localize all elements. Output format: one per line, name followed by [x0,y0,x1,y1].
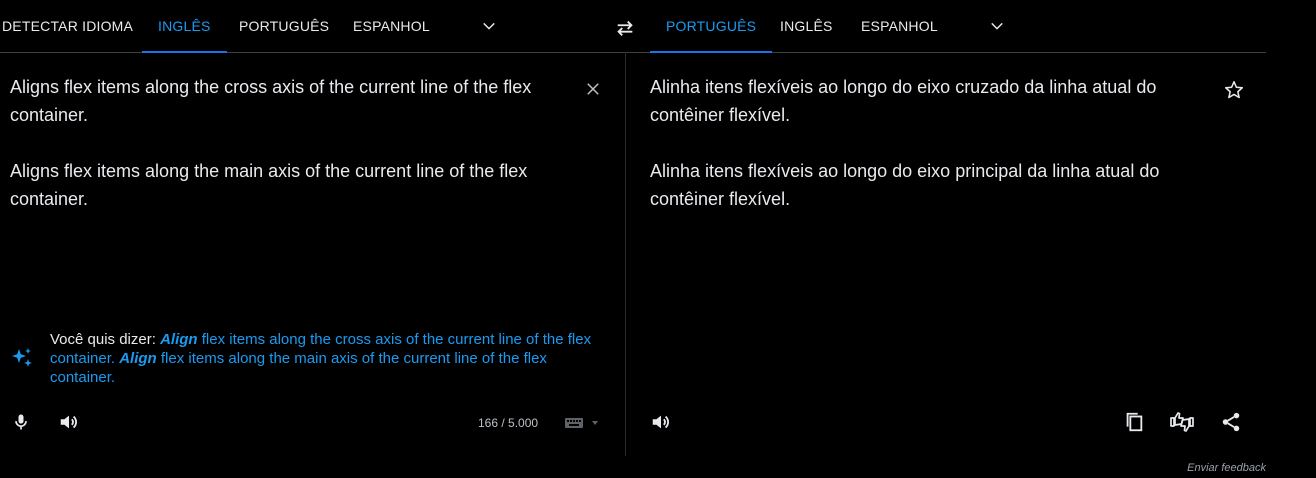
suggestion-bold-1: Align [160,331,198,348]
listen-translation-button[interactable] [648,409,674,435]
listen-source-button[interactable] [56,409,82,435]
copy-translation-button[interactable] [1121,408,1147,436]
tab-source-portuguese[interactable]: PORTUGUÊS [239,0,329,52]
target-language-bar: PORTUGUÊS INGLÊS ESPANHOL [626,0,1266,53]
did-you-mean-suggestion: Você quis dizer: Align flex items along … [50,330,610,387]
source-language-bar: DETECTAR IDIOMA INGLÊS PORTUGUÊS ESPANHO… [0,0,625,53]
source-text-input[interactable]: Aligns flex items along the cross axis o… [10,73,570,213]
microphone-icon [15,414,27,430]
star-icon [1224,80,1244,99]
tab-target-spanish[interactable]: ESPANHOL [861,0,938,52]
suggestion-bold-2: Align [119,350,157,367]
sparkle-icon [12,348,32,367]
send-feedback-link[interactable]: Enviar feedback [1187,462,1266,474]
input-tools-button[interactable] [560,414,604,432]
character-counter: 166 / 5.000 [478,416,539,430]
tab-detect-language[interactable]: DETECTAR IDIOMA [2,0,133,52]
rate-translation-button[interactable] [1168,408,1196,436]
translation-output: Alinha itens flexíveis ao longo do eixo … [650,77,1160,209]
chevron-down-icon[interactable] [480,17,498,35]
tab-source-spanish[interactable]: ESPANHOL [353,0,430,52]
thumbs-up-down-icon [1170,412,1194,432]
microphone-button[interactable] [8,409,34,435]
caret-down-icon [592,421,598,425]
tab-target-portuguese[interactable]: PORTUGUÊS [650,0,773,53]
suggestion-prefix: Você quis dizer: [50,331,161,348]
keyboard-icon [565,418,583,428]
close-icon [587,83,599,95]
tab-source-english[interactable]: INGLÊS [142,0,227,53]
save-translation-button[interactable] [1222,78,1246,102]
copy-icon [1126,412,1143,432]
chevron-down-icon[interactable] [988,17,1006,35]
panel-divider [625,52,626,456]
speaker-icon [652,415,669,429]
share-translation-button[interactable] [1218,409,1244,435]
clear-text-button[interactable] [582,78,604,100]
tab-target-english[interactable]: INGLÊS [780,0,833,52]
speaker-icon [60,415,77,429]
share-icon [1222,412,1240,432]
